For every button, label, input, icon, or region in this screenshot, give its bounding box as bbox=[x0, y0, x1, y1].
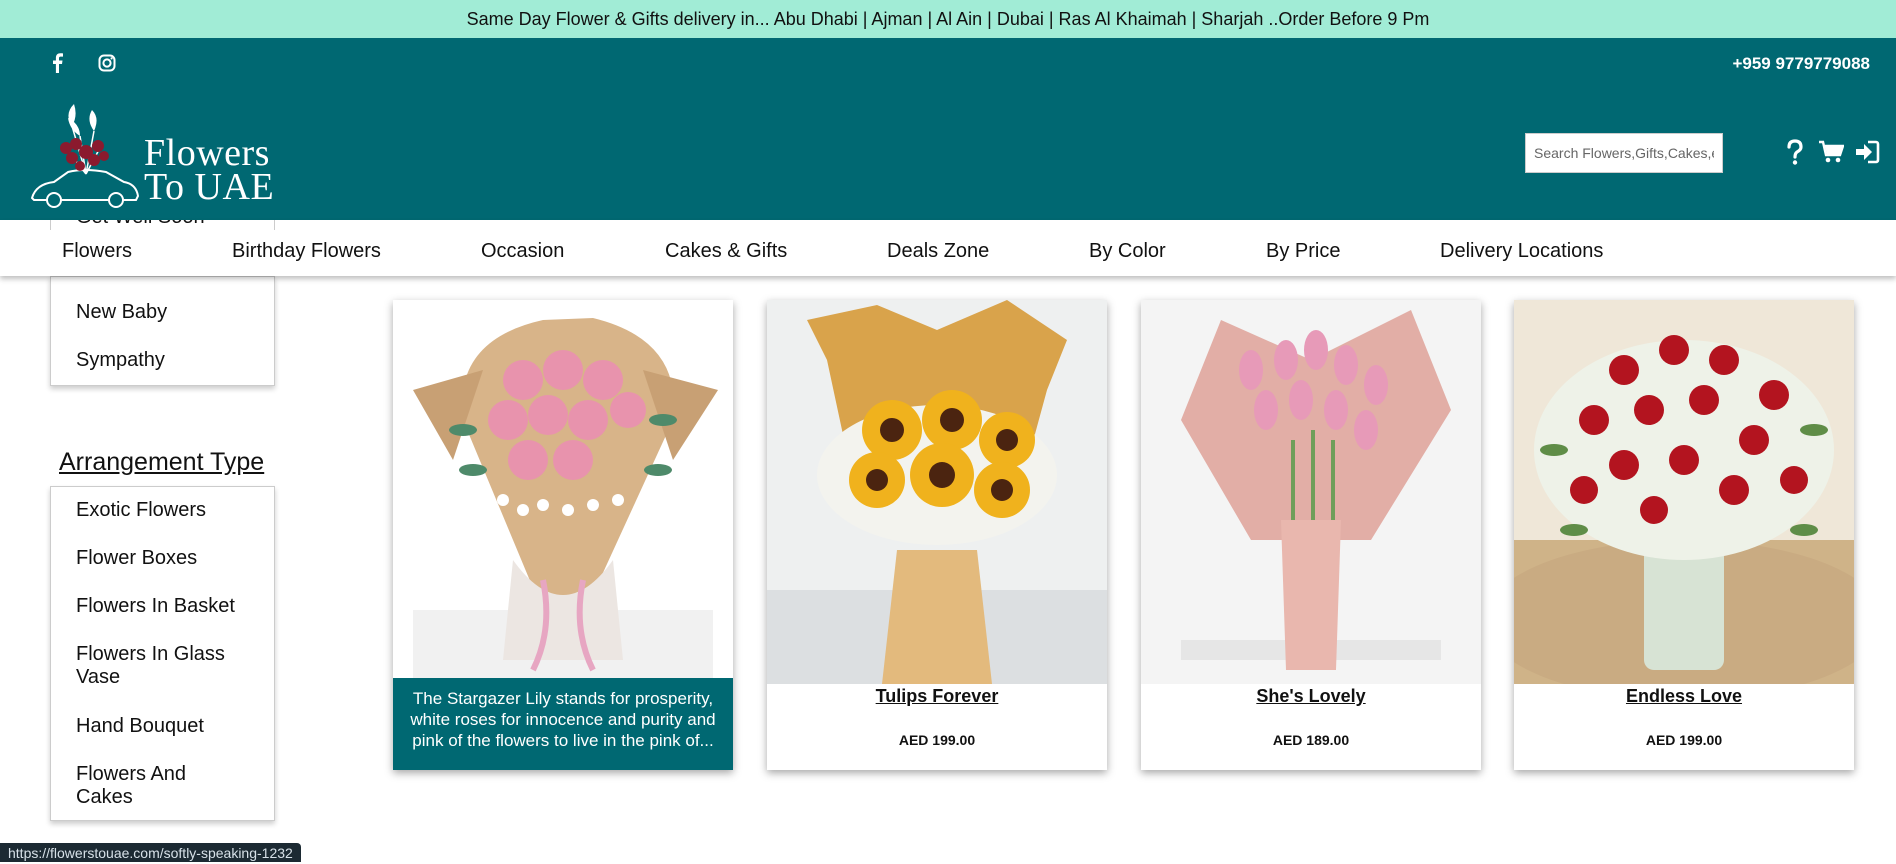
logo-line-1: Flowers bbox=[144, 132, 270, 174]
sidebar-item-get-well-soon[interactable]: Get Well Soon bbox=[76, 220, 205, 229]
nav-by-price[interactable]: By Price bbox=[1266, 240, 1340, 263]
social-links bbox=[46, 52, 118, 74]
cart-icon[interactable] bbox=[1818, 138, 1844, 166]
occasion-list: New Baby Sympathy bbox=[50, 276, 275, 386]
arrangement-type-heading: Arrangement Type bbox=[59, 448, 265, 476]
nav-cakes-gifts[interactable]: Cakes & Gifts bbox=[665, 240, 787, 263]
product-card[interactable]: The Stargazer Lily stands for prosperity… bbox=[393, 300, 733, 770]
sidebar-item-flowers-in-glass-vase[interactable]: Flowers In Glass Vase bbox=[76, 643, 236, 689]
instagram-icon[interactable] bbox=[96, 52, 118, 74]
product-title[interactable]: Tulips Forever bbox=[767, 686, 1107, 707]
site-logo[interactable]: Flowers To UAE bbox=[24, 96, 284, 216]
nav-flowers[interactable]: Flowers bbox=[62, 240, 132, 263]
nav-birthday-flowers[interactable]: Birthday Flowers bbox=[232, 240, 381, 263]
arrangement-type-list: Exotic Flowers Flower Boxes Flowers In B… bbox=[50, 486, 275, 821]
sidebar-item-sympathy[interactable]: Sympathy bbox=[76, 349, 165, 372]
sidebar-item-flowers-in-basket[interactable]: Flowers In Basket bbox=[76, 595, 235, 618]
sidebar-item-new-baby[interactable]: New Baby bbox=[76, 301, 167, 324]
announcement-text: Same Day Flower & Gifts delivery in... A… bbox=[466, 8, 1430, 29]
login-icon[interactable] bbox=[1854, 138, 1880, 166]
sidebar-item-exotic-flowers[interactable]: Exotic Flowers bbox=[76, 499, 206, 522]
site-header: +959 9779779088 Flowers To UAE bbox=[0, 38, 1896, 220]
nav-by-color[interactable]: By Color bbox=[1089, 240, 1166, 263]
logo-line-2: To UAE bbox=[144, 166, 275, 208]
product-image-pink-tulips[interactable] bbox=[1141, 300, 1481, 684]
facebook-icon[interactable] bbox=[46, 52, 68, 74]
nav-delivery-locations[interactable]: Delivery Locations bbox=[1440, 240, 1603, 263]
product-title[interactable]: She's Lovely bbox=[1141, 686, 1481, 707]
product-card[interactable]: Endless Love AED 199.00 bbox=[1514, 300, 1854, 770]
announcement-bar: Same Day Flower & Gifts delivery in... A… bbox=[0, 0, 1896, 38]
product-card[interactable]: Tulips Forever AED 199.00 bbox=[767, 300, 1107, 770]
product-price: AED 199.00 bbox=[1645, 732, 1723, 748]
logo-bouquet-car bbox=[30, 104, 140, 208]
product-image-roses-lilies-vase[interactable] bbox=[1514, 300, 1854, 684]
product-image-pink-roses[interactable] bbox=[393, 300, 733, 684]
product-price: AED 199.00 bbox=[898, 732, 976, 748]
main-nav: Flowers Birthday Flowers Occasion Cakes … bbox=[0, 220, 1896, 276]
phone-number[interactable]: +959 9779779088 bbox=[1732, 54, 1870, 74]
product-card[interactable]: She's Lovely AED 189.00 bbox=[1141, 300, 1481, 770]
status-url-bar: https://flowerstouae.com/softly-speaking… bbox=[0, 843, 301, 862]
sidebar-item-flower-boxes[interactable]: Flower Boxes bbox=[76, 547, 197, 570]
sidebar-item-flowers-and-cakes[interactable]: Flowers And Cakes bbox=[76, 763, 226, 809]
occasion-list-peek: Get Well Soon bbox=[50, 220, 275, 230]
product-image-sunflowers[interactable] bbox=[767, 300, 1107, 684]
product-description-overlay[interactable]: The Stargazer Lily stands for prosperity… bbox=[393, 678, 733, 770]
nav-deals-zone[interactable]: Deals Zone bbox=[887, 240, 989, 263]
header-actions bbox=[1782, 138, 1880, 166]
logo-text: Flowers To UAE bbox=[144, 132, 275, 208]
search-input[interactable] bbox=[1525, 133, 1723, 173]
help-icon[interactable] bbox=[1782, 138, 1808, 166]
nav-occasion[interactable]: Occasion bbox=[481, 240, 564, 263]
product-title[interactable]: Endless Love bbox=[1514, 686, 1854, 707]
product-price: AED 189.00 bbox=[1272, 732, 1350, 748]
sidebar-item-hand-bouquet[interactable]: Hand Bouquet bbox=[76, 715, 204, 738]
